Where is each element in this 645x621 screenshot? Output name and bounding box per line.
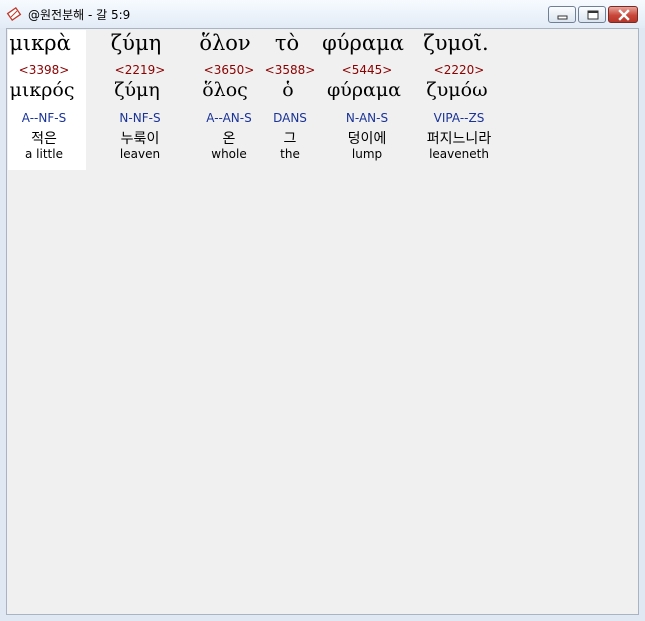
greek-word: ὅλον (199, 31, 251, 55)
maximize-icon (587, 10, 599, 20)
close-icon (618, 9, 630, 21)
korean-gloss: 누룩이 (120, 131, 160, 147)
parsing-code: A--NF-S (21, 111, 67, 125)
lemma: μικρός (9, 79, 75, 101)
korean-gloss: 그 (283, 131, 297, 147)
strong-number[interactable]: <3398> (19, 63, 70, 77)
lemma: ὅλος (202, 79, 248, 101)
strong-number[interactable]: <3588> (265, 63, 316, 77)
english-gloss: leaven (119, 147, 161, 161)
korean-gloss: 퍼지느니라 (426, 131, 492, 147)
parsing-code: VIPA--ZS (433, 111, 485, 125)
greek-word: φύραμα (322, 31, 404, 55)
lemma: φύραμα (326, 79, 402, 101)
parsing-code: N-NF-S (119, 111, 161, 125)
greek-word: ζύμη (110, 31, 162, 55)
strong-number[interactable]: <2219> (115, 63, 166, 77)
app-icon[interactable] (6, 6, 22, 22)
minimize-button[interactable] (548, 6, 576, 23)
english-gloss: leaveneth (429, 147, 489, 161)
parsing-code: N-AN-S (345, 111, 389, 125)
lemma: ὁ (282, 79, 294, 101)
strong-number[interactable]: <2220> (434, 63, 485, 77)
strong-number[interactable]: <5445> (342, 63, 393, 77)
parsing-code: A--AN-S (206, 111, 252, 125)
strong-number[interactable]: <3650> (204, 63, 255, 77)
greek-word: τὸ (274, 31, 300, 55)
title-bar[interactable]: @원전분해 - 갈 5:9 (0, 0, 645, 28)
korean-gloss: 온 (222, 131, 236, 147)
korean-gloss: 덩이에 (347, 131, 387, 147)
app-window: @원전분해 - 갈 5:9 μικρὰ <3398> μικρός A--NF-… (0, 0, 645, 621)
window-title: @원전분해 - 갈 5:9 (28, 8, 131, 22)
english-gloss: lump (351, 147, 383, 161)
greek-word: ζυμοῖ. (423, 31, 489, 55)
close-button[interactable] (608, 6, 638, 23)
english-gloss: whole (211, 147, 247, 161)
lemma: ζυμόω (426, 79, 488, 101)
korean-gloss: 적은 (31, 131, 57, 147)
english-gloss: the (280, 147, 300, 161)
lemma: ζύμη (114, 79, 160, 101)
maximize-button[interactable] (578, 6, 606, 23)
minimize-icon (557, 15, 568, 20)
parsing-code: DANS (273, 111, 307, 125)
greek-word: μικρὰ (9, 31, 71, 55)
english-gloss: a little (25, 147, 63, 161)
interlinear-panel[interactable]: μικρὰ <3398> μικρός A--NF-S 적은 a little … (6, 28, 639, 615)
